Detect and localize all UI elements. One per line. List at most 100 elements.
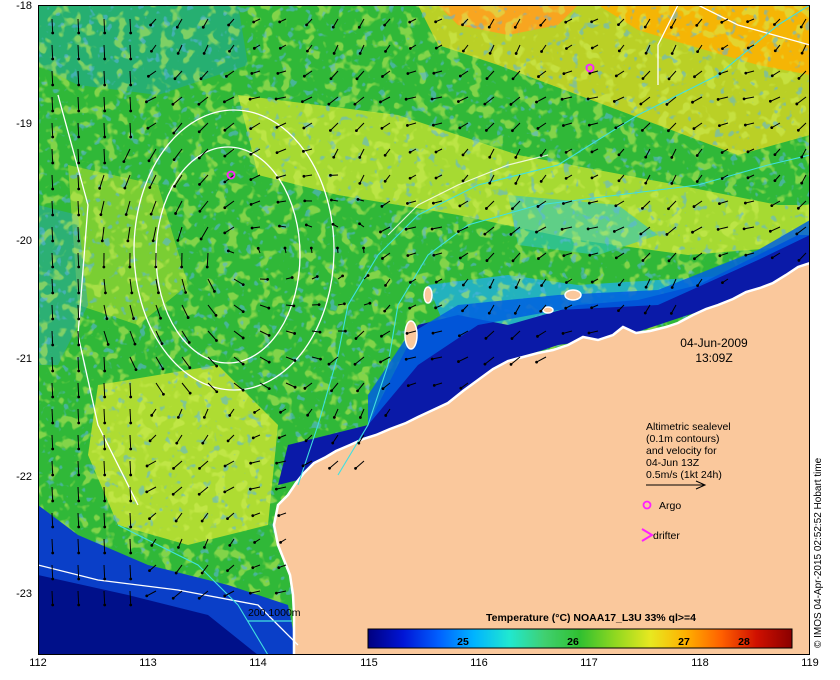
- velocity-vector-head: [129, 525, 133, 529]
- velocity-vector-head: [317, 303, 321, 307]
- velocity-vector-head: [103, 525, 107, 529]
- velocity-vector-head: [406, 384, 410, 388]
- velocity-vector-head: [587, 123, 591, 127]
- velocity-vector-head: [434, 280, 438, 284]
- velocity-vector-head: [302, 174, 306, 178]
- velocity-vector-head: [667, 129, 670, 133]
- velocity-vector-head: [171, 596, 175, 600]
- velocity-vector-head: [539, 309, 543, 313]
- velocity-vector-head: [129, 57, 133, 61]
- velocity-vector-head: [103, 57, 107, 61]
- velocity-vector-head: [795, 102, 799, 106]
- velocity-vector-head: [434, 150, 438, 154]
- velocity-vector-head: [799, 25, 803, 29]
- velocity-vector-head: [214, 313, 218, 317]
- velocity-vector-head: [293, 385, 297, 389]
- velocity-vector-head: [146, 126, 150, 130]
- island: [564, 289, 582, 301]
- velocity-vector-head: [800, 155, 804, 159]
- velocity-vector-head: [104, 291, 107, 295]
- velocity-vector-head: [406, 124, 409, 127]
- velocity-vector-head: [267, 334, 271, 337]
- velocity-vector-head: [172, 158, 176, 161]
- velocity-vector-head: [176, 238, 180, 242]
- velocity-vector-head: [173, 77, 177, 81]
- velocity-vector-head: [644, 285, 648, 289]
- island: [404, 320, 418, 350]
- velocity-vector: [77, 460, 80, 476]
- velocity-vector-head: [274, 487, 278, 491]
- velocity-vector-head: [202, 416, 206, 419]
- velocity-vector-head: [485, 207, 488, 210]
- velocity-vector-head: [329, 173, 332, 177]
- velocity-vector-head: [404, 97, 408, 101]
- velocity-vector-head: [103, 421, 107, 425]
- velocity-vector-head: [746, 20, 749, 24]
- velocity-vector-head: [718, 124, 721, 127]
- velocity-vector-head: [590, 46, 594, 50]
- velocity-vector-head: [203, 546, 206, 549]
- velocity-vector: [103, 356, 106, 372]
- velocity-vector-head: [358, 222, 361, 226]
- velocity-vector-head: [223, 180, 227, 184]
- velocity-vector-head: [357, 25, 361, 29]
- velocity-vector-head: [145, 490, 149, 494]
- velocity-vector-head: [51, 499, 55, 503]
- velocity-vector-head: [77, 265, 81, 269]
- velocity-vector-head: [458, 74, 462, 78]
- velocity-vector-head: [197, 156, 201, 160]
- velocity-vector-head: [251, 514, 255, 518]
- colorbar-tick-label: 27: [678, 636, 690, 648]
- velocity-vector: [129, 96, 132, 112]
- velocity-vector-head: [485, 259, 489, 262]
- velocity-vector-head: [278, 20, 282, 24]
- velocity-vector-head: [215, 339, 218, 342]
- velocity-vector-head: [331, 222, 335, 226]
- lon-tick-112: 112: [29, 657, 47, 669]
- velocity-vector-head: [103, 83, 107, 87]
- velocity-vector: [103, 538, 106, 554]
- velocity-vector-head: [226, 569, 229, 573]
- velocity-vector-head: [250, 72, 254, 75]
- velocity-vector-head: [406, 254, 410, 257]
- velocity-vector: [129, 486, 132, 502]
- velocity-vector-head: [305, 23, 308, 27]
- lat-tick-22: -22: [16, 471, 32, 483]
- velocity-vector-head: [223, 594, 227, 598]
- velocity-vector-head: [103, 551, 107, 555]
- velocity-vector-head: [404, 227, 408, 231]
- velocity-vector-head: [51, 369, 55, 373]
- lat-tick-21: -21: [16, 353, 32, 365]
- velocity-vector-head: [51, 473, 55, 477]
- velocity-vector: [51, 252, 54, 268]
- velocity-vector: [103, 18, 106, 34]
- velocity-vector-head: [302, 126, 306, 130]
- velocity-vector-head: [77, 109, 81, 113]
- velocity-vector-head: [77, 161, 81, 165]
- velocity-vector-head: [248, 487, 252, 491]
- velocity-vector-head: [148, 569, 151, 573]
- velocity-vector-head: [129, 473, 133, 477]
- velocity-vector-head: [617, 309, 620, 313]
- velocity-vector-head: [329, 77, 333, 81]
- velocity-vector-head: [742, 227, 746, 231]
- velocity-vector-head: [670, 182, 674, 185]
- velocity-vector-head: [198, 209, 202, 213]
- velocity-vector-head: [484, 336, 488, 340]
- velocity-vector-head: [670, 156, 674, 159]
- depth-legend-label: 200 1000m: [248, 607, 301, 619]
- velocity-vector-head: [188, 391, 192, 395]
- velocity-vector-head: [562, 124, 565, 127]
- velocity-vector-head: [693, 257, 696, 261]
- velocity-vector-head: [667, 207, 670, 211]
- velocity-vector-head: [241, 283, 245, 287]
- velocity-vector-head: [457, 334, 461, 338]
- velocity-vector-head: [720, 177, 724, 180]
- velocity-vector-head: [197, 492, 201, 496]
- velocity-vector-head: [129, 577, 133, 581]
- velocity-vector-head: [123, 186, 127, 190]
- velocity-vector-head: [487, 311, 491, 315]
- velocity-vector-head: [301, 464, 305, 468]
- velocity-vector-head: [215, 364, 219, 368]
- velocity-vector-head: [670, 52, 674, 55]
